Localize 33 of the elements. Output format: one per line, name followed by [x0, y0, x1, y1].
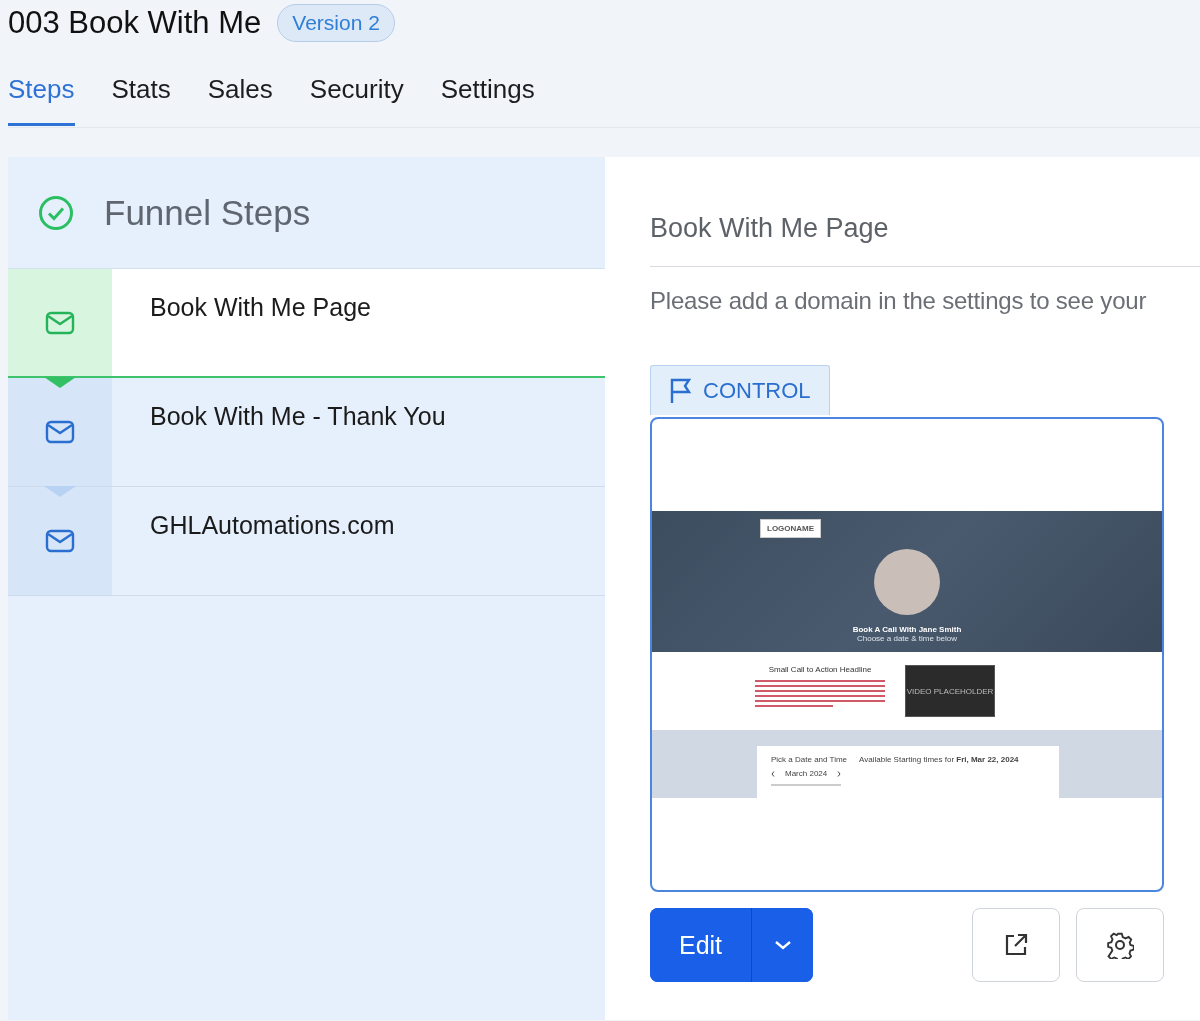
logo: LOGONAME — [760, 519, 822, 538]
settings-button[interactable] — [1076, 908, 1164, 982]
caret-icon — [773, 940, 792, 950]
calendar-title: Pick a Date and Time — [771, 755, 848, 764]
tab[interactable]: Sales — [207, 60, 273, 126]
tab[interactable]: Steps — [8, 60, 75, 126]
tab[interactable]: Security — [309, 60, 404, 126]
panel-heading: Funnel Steps — [104, 192, 311, 233]
tab[interactable]: Stats — [111, 60, 171, 126]
cta-headline: Small Call to Action Headline — [767, 665, 873, 674]
funnel-step[interactable]: GHLAutomations.com — [8, 487, 605, 596]
mail-icon — [45, 529, 75, 553]
funnel-title: 003 Book With Me — [8, 5, 262, 41]
tab[interactable]: Settings — [440, 60, 535, 126]
preview-headline: Book A Call With Jane Smith — [852, 625, 962, 634]
video-label: VIDEO PLACEHOLDER — [906, 686, 994, 696]
chevron-right-icon — [837, 770, 842, 777]
availability-text: Available Starting times for Fri, Mar 22, 2024 — [859, 755, 1019, 764]
flag-icon — [669, 377, 693, 404]
version-badge: Version 2 — [277, 4, 395, 42]
preview-subheadline: Choose a date & time below — [856, 634, 958, 643]
mail-icon — [45, 420, 75, 444]
control-tag: CONTROL — [650, 365, 830, 415]
settings-icon — [1106, 931, 1134, 959]
mail-icon — [45, 310, 75, 335]
check-circle-icon — [38, 194, 74, 231]
external-link-icon — [1003, 932, 1029, 958]
domain-notice: Please add a domain in the settings to see your — [650, 287, 1148, 315]
chevron-left-icon — [771, 770, 775, 777]
step-title: Book With Me Page — [650, 157, 1200, 267]
open-external-button[interactable] — [972, 908, 1060, 982]
calendar-month: March 2024 — [785, 769, 828, 778]
edit-button[interactable]: Edit — [650, 908, 752, 982]
